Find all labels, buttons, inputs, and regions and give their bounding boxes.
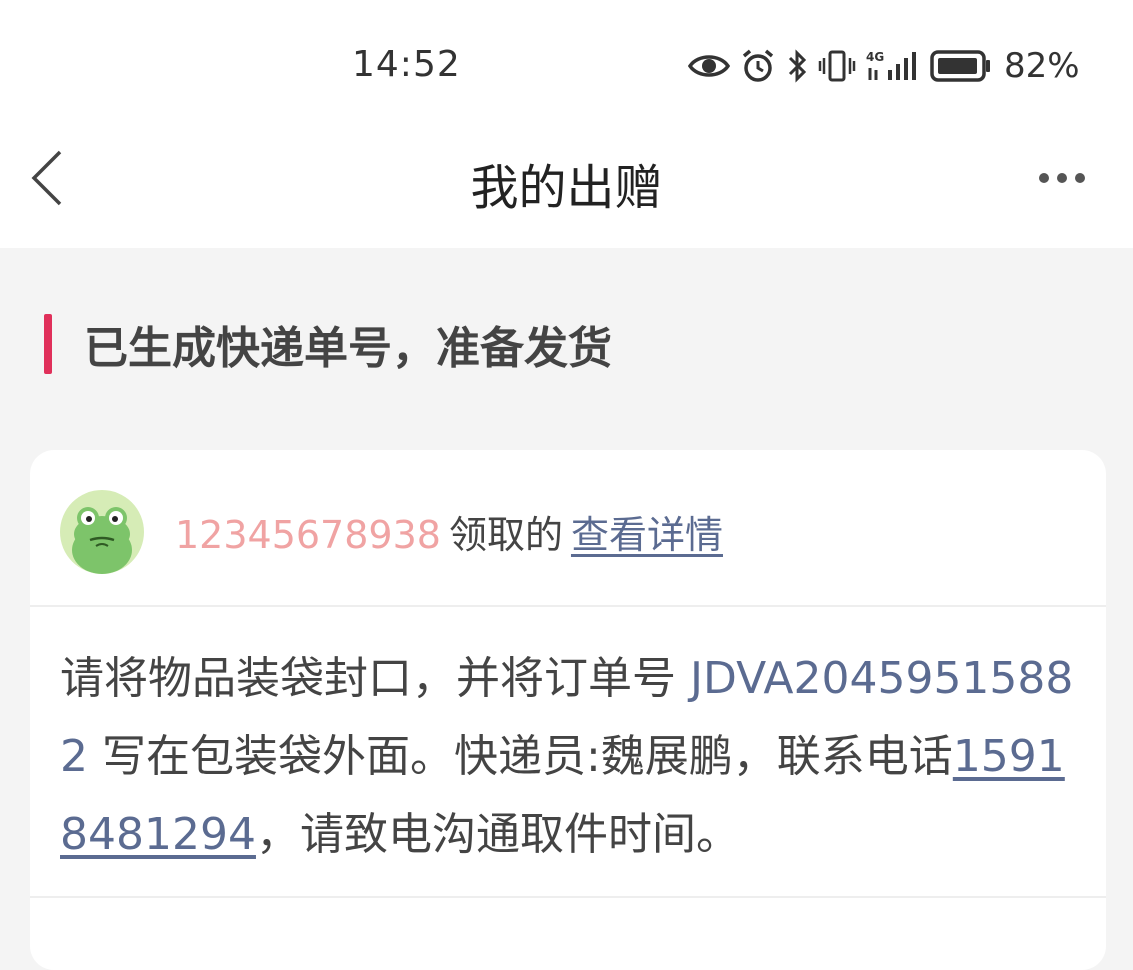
nav-bar: 我的出赠 (0, 128, 1133, 228)
view-details-link[interactable]: 查看详情 (571, 513, 723, 557)
battery-icon (930, 49, 992, 83)
claimer-line: 12345678938 领取的 查看详情 (175, 504, 723, 559)
status-time: 14:52 (352, 44, 461, 85)
frog-avatar-icon (60, 490, 144, 574)
status-icons: 4G 82% (688, 44, 1080, 88)
section-accent-bar (44, 314, 52, 374)
eye-icon (688, 51, 730, 81)
card-divider-bottom (30, 896, 1106, 898)
top-bar: 14:52 4G 82% 我的出赠 (0, 0, 1133, 248)
claim-text: 领取的 (448, 513, 563, 557)
avatar[interactable] (60, 490, 144, 574)
svg-text:4G: 4G (866, 50, 884, 64)
instructions-text-2: 写在包装袋外面。快递员:魏展鹏，联系电话 (88, 731, 953, 782)
card-divider (30, 605, 1106, 607)
instructions-text-1: 请将物品装袋封口，并将订单号 (60, 653, 690, 704)
section-title: 已生成快递单号，准备发货 (84, 323, 612, 374)
shipping-instructions: 请将物品装袋封口，并将订单号 JDVA20459515882 写在包装袋外面。快… (60, 640, 1080, 874)
bluetooth-icon (786, 48, 808, 84)
more-button[interactable] (1030, 164, 1094, 192)
page-title: 我的出赠 (470, 160, 663, 216)
battery-percent: 82% (1004, 46, 1080, 86)
instructions-text-3: ，请致电沟通取件时间。 (255, 809, 740, 860)
vibrate-icon (818, 48, 856, 84)
signal-4g-icon: 4G (866, 48, 920, 84)
more-horizontal-icon (1039, 173, 1049, 183)
shipment-card: 12345678938 领取的 查看详情 请将物品装袋封口，并将订单号 JDVA20… (30, 450, 1106, 970)
claimer-phone: 12345678938 (175, 513, 441, 557)
alarm-icon (740, 48, 776, 84)
